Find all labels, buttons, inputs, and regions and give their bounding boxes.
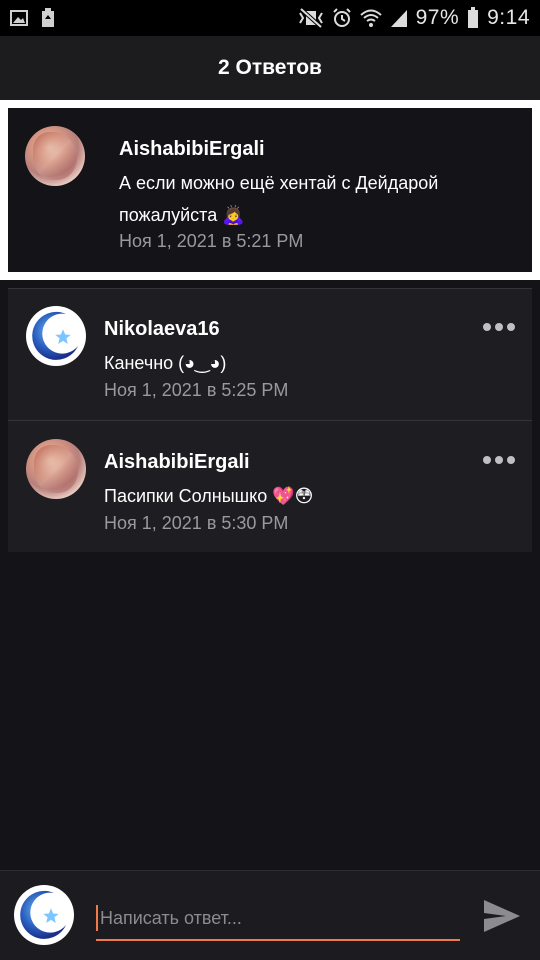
avatar[interactable] <box>14 885 74 945</box>
reply-author[interactable]: Nikolaeva16 <box>104 318 220 341</box>
replies-list: Nikolaeva16 Канечно (◕‿◕) Ноя 1, 2021 в … <box>8 288 532 552</box>
reply-text: Пасипки Солнышко 💖😳 <box>104 486 314 506</box>
battery-percent: 97% <box>415 6 460 29</box>
send-arrow-icon <box>484 900 520 932</box>
page-title: 2 Ответов <box>218 56 322 79</box>
app-root: 97% 9:14 2 Ответов AishabibiErgali А есл… <box>0 0 540 960</box>
reply-timestamp: Ноя 1, 2021 в 5:25 PM <box>104 380 289 400</box>
reply-input[interactable]: Написать ответ... <box>96 897 460 941</box>
comment-text-line-1: А если можно ещё хентай с Дейдарой <box>119 173 439 193</box>
reply-author[interactable]: AishabibiErgali <box>104 451 250 474</box>
reply-item[interactable]: AishabibiErgali Пасипки Солнышко 💖😳 Ноя … <box>8 421 532 553</box>
status-bar: 97% 9:14 <box>0 0 540 36</box>
moon-star-icon <box>30 310 82 362</box>
text-caret <box>96 905 98 931</box>
comment-text-line-2: пожалуйста 🙇‍♀️ <box>119 205 245 225</box>
reply-input-placeholder: Написать ответ... <box>100 907 242 928</box>
original-comment[interactable]: AishabibiErgali А если можно ещё хентай … <box>8 108 532 272</box>
alarm-icon <box>332 8 352 28</box>
image-icon <box>10 10 28 26</box>
header: 2 Ответов <box>0 36 540 100</box>
signal-icon <box>390 8 408 28</box>
vibrate-mute-icon <box>298 8 324 28</box>
moon-star-icon <box>18 889 70 941</box>
comment-author[interactable]: AishabibiErgali <box>119 138 265 161</box>
reply-input-bar: Написать ответ... <box>0 870 540 960</box>
more-dots-icon[interactable] <box>483 323 515 331</box>
more-dots-icon[interactable] <box>483 456 515 464</box>
reply-timestamp: Ноя 1, 2021 в 5:30 PM <box>104 513 289 533</box>
reply-item[interactable]: Nikolaeva16 Канечно (◕‿◕) Ноя 1, 2021 в … <box>8 288 532 420</box>
original-comment-frame: AishabibiErgali А если можно ещё хентай … <box>0 100 540 280</box>
send-button[interactable] <box>480 894 524 938</box>
avatar[interactable] <box>26 439 86 499</box>
battery-saver-icon <box>40 8 56 28</box>
clock: 9:14 <box>487 6 530 29</box>
avatar[interactable] <box>26 306 86 366</box>
reply-text: Канечно (◕‿◕) <box>104 353 227 373</box>
wifi-icon <box>359 8 382 28</box>
battery-icon <box>467 7 479 29</box>
comment-timestamp: Ноя 1, 2021 в 5:21 PM <box>119 231 304 251</box>
avatar[interactable] <box>25 126 85 186</box>
